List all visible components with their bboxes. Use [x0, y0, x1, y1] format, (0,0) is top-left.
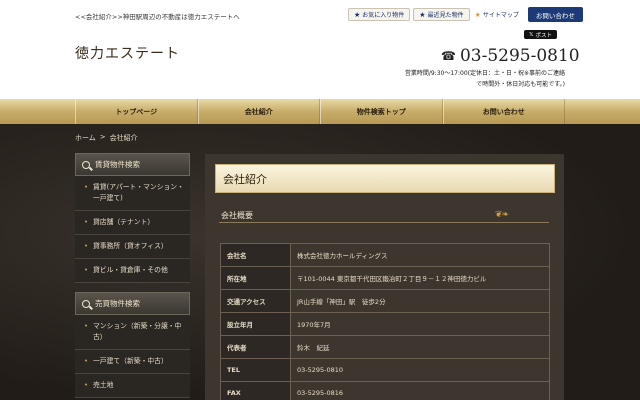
- x-post-button[interactable]: 𝕏 ポスト: [524, 30, 557, 39]
- nav-item-contact[interactable]: お問い合わせ: [442, 99, 565, 124]
- table-row: 設立年月 1970年7月: [220, 312, 550, 336]
- rent-search-header: 賃貸物件検索: [75, 153, 190, 176]
- search-icon: [82, 299, 90, 308]
- favorites-label: お気に入り物件: [362, 12, 405, 19]
- search-icon: [82, 160, 90, 169]
- contact-button[interactable]: お問い合わせ: [527, 7, 583, 22]
- rent-search-title: 賃貸物件検索: [95, 160, 140, 169]
- section-title: 会社概要: [221, 211, 253, 220]
- table-row: TEL 03-5295-0810: [220, 358, 550, 382]
- main-content: 会社紹介 会社概要 ❦❧ 会社名 株式会社徳力ホールディングス 所在地 〒101…: [205, 154, 564, 400]
- table-row: 所在地 〒101-0044 東京都千代田区鍛冶町２丁目９－１２神田徳力ビル: [220, 266, 550, 290]
- hours-line-2: で時間外・休日対応も可能です。): [476, 81, 565, 88]
- star-icon: ★: [354, 10, 361, 19]
- business-hours: 営業時間/9:30〜17:00(定休日：土・日・祝※事前のご連絡 で時間外・休日…: [380, 68, 565, 90]
- star-icon: ★: [474, 10, 481, 19]
- phone-text: 03-5295-0810: [459, 46, 580, 66]
- row-value: 03-5295-0816: [290, 381, 550, 400]
- sidebar-item-rent-shop[interactable]: 貸店舗（テナント）: [75, 211, 190, 235]
- nav-item-company[interactable]: 会社紹介: [197, 99, 320, 124]
- row-value: JR山手線「神田」駅 徒歩2分: [290, 289, 550, 313]
- sidebar-item-rent-building[interactable]: 貸ビル・貸倉庫・その他: [75, 259, 190, 283]
- rent-search-list: 賃貸(アパート・マンション・一戸建て) 貸店舗（テナント） 貸事務所（貸オフィス…: [75, 176, 190, 283]
- header-tagline: <<会社紹介>>神田駅周辺の不動産は徳力エステートへ: [75, 13, 240, 21]
- row-key: 会社名: [220, 243, 291, 267]
- sitemap-link[interactable]: ★ サイトマップ: [473, 10, 521, 20]
- sidebar-item-rent-office[interactable]: 貸事務所（貸オフィス）: [75, 235, 190, 259]
- sidebar-item-sale-land[interactable]: 売土地: [75, 374, 190, 398]
- row-key: 設立年月: [220, 312, 291, 336]
- favorites-button[interactable]: ★ お気に入り物件: [348, 8, 411, 21]
- table-row: 会社名 株式会社徳力ホールディングス: [220, 243, 550, 267]
- x-post-label: ポスト: [535, 32, 552, 39]
- row-value: 株式会社徳力ホールディングス: [290, 243, 550, 267]
- page-title: 会社紹介: [215, 164, 555, 193]
- company-info-table: 会社名 株式会社徳力ホールディングス 所在地 〒101-0044 東京都千代田区…: [220, 243, 550, 400]
- utility-nav: ★ お気に入り物件 ★ 最近見た物件 ★ サイトマップ お問い合わせ: [348, 7, 583, 22]
- breadcrumb-current: 会社紹介: [109, 134, 138, 142]
- sale-search-header: 売買物件検索: [75, 292, 190, 315]
- section-divider: [219, 222, 549, 223]
- breadcrumb-home[interactable]: ホーム: [75, 133, 96, 143]
- sidebar-item-sale-house[interactable]: 一戸建て（新築・中古）: [75, 350, 190, 374]
- nav-item-search[interactable]: 物件検索トップ: [320, 99, 443, 124]
- sidebar-item-sale-mansion[interactable]: マンション（新築・分譲・中古）: [75, 315, 190, 350]
- breadcrumb: ホーム > 会社紹介: [75, 133, 138, 143]
- recent-label: 最近見た物件: [427, 12, 464, 19]
- row-key: FAX: [220, 381, 291, 400]
- row-value: 03-5295-0810: [290, 358, 550, 382]
- site-header: <<会社紹介>>神田駅周辺の不動産は徳力エステートへ 徳力エステート ★ お気に…: [0, 0, 640, 99]
- sitemap-label: サイトマップ: [482, 12, 519, 19]
- row-value: 鈴木 紀延: [290, 335, 550, 359]
- nav-item-top[interactable]: トップページ: [75, 99, 198, 124]
- row-key: TEL: [220, 358, 291, 382]
- ornament-icon: ❦❧: [495, 210, 509, 220]
- sidebar-item-rent-residential[interactable]: 賃貸(アパート・マンション・一戸建て): [75, 176, 190, 211]
- hours-line-1: 営業時間/9:30〜17:00(定休日：土・日・祝※事前のご連絡: [404, 70, 565, 77]
- x-logo-icon: 𝕏: [529, 31, 534, 38]
- table-row: FAX 03-5295-0816: [220, 381, 550, 400]
- site-logo[interactable]: 徳力エステート: [75, 43, 180, 63]
- table-row: 代表者 鈴木 紀延: [220, 335, 550, 359]
- table-row: 交通アクセス JR山手線「神田」駅 徒歩2分: [220, 289, 550, 313]
- phone-icon: ☎: [441, 49, 456, 63]
- phone-number: ☎ 03-5295-0810: [441, 46, 580, 66]
- main-nav: トップページ 会社紹介 物件検索トップ お問い合わせ: [0, 99, 640, 124]
- row-key: 交通アクセス: [220, 289, 291, 313]
- sale-search-title: 売買物件検索: [95, 299, 140, 308]
- row-key: 代表者: [220, 335, 291, 359]
- row-value: 〒101-0044 東京都千代田区鍛冶町２丁目９－１２神田徳力ビル: [290, 266, 550, 290]
- recent-button[interactable]: ★ 最近見た物件: [413, 8, 470, 21]
- star-icon: ★: [419, 10, 426, 19]
- row-key: 所在地: [220, 266, 291, 290]
- sidebar: 賃貸物件検索 賃貸(アパート・マンション・一戸建て) 貸店舗（テナント） 貸事務…: [75, 153, 190, 398]
- row-value: 1970年7月: [290, 312, 550, 336]
- breadcrumb-separator: >: [99, 133, 106, 141]
- sale-search-list: マンション（新築・分譲・中古） 一戸建て（新築・中古） 売土地: [75, 315, 190, 398]
